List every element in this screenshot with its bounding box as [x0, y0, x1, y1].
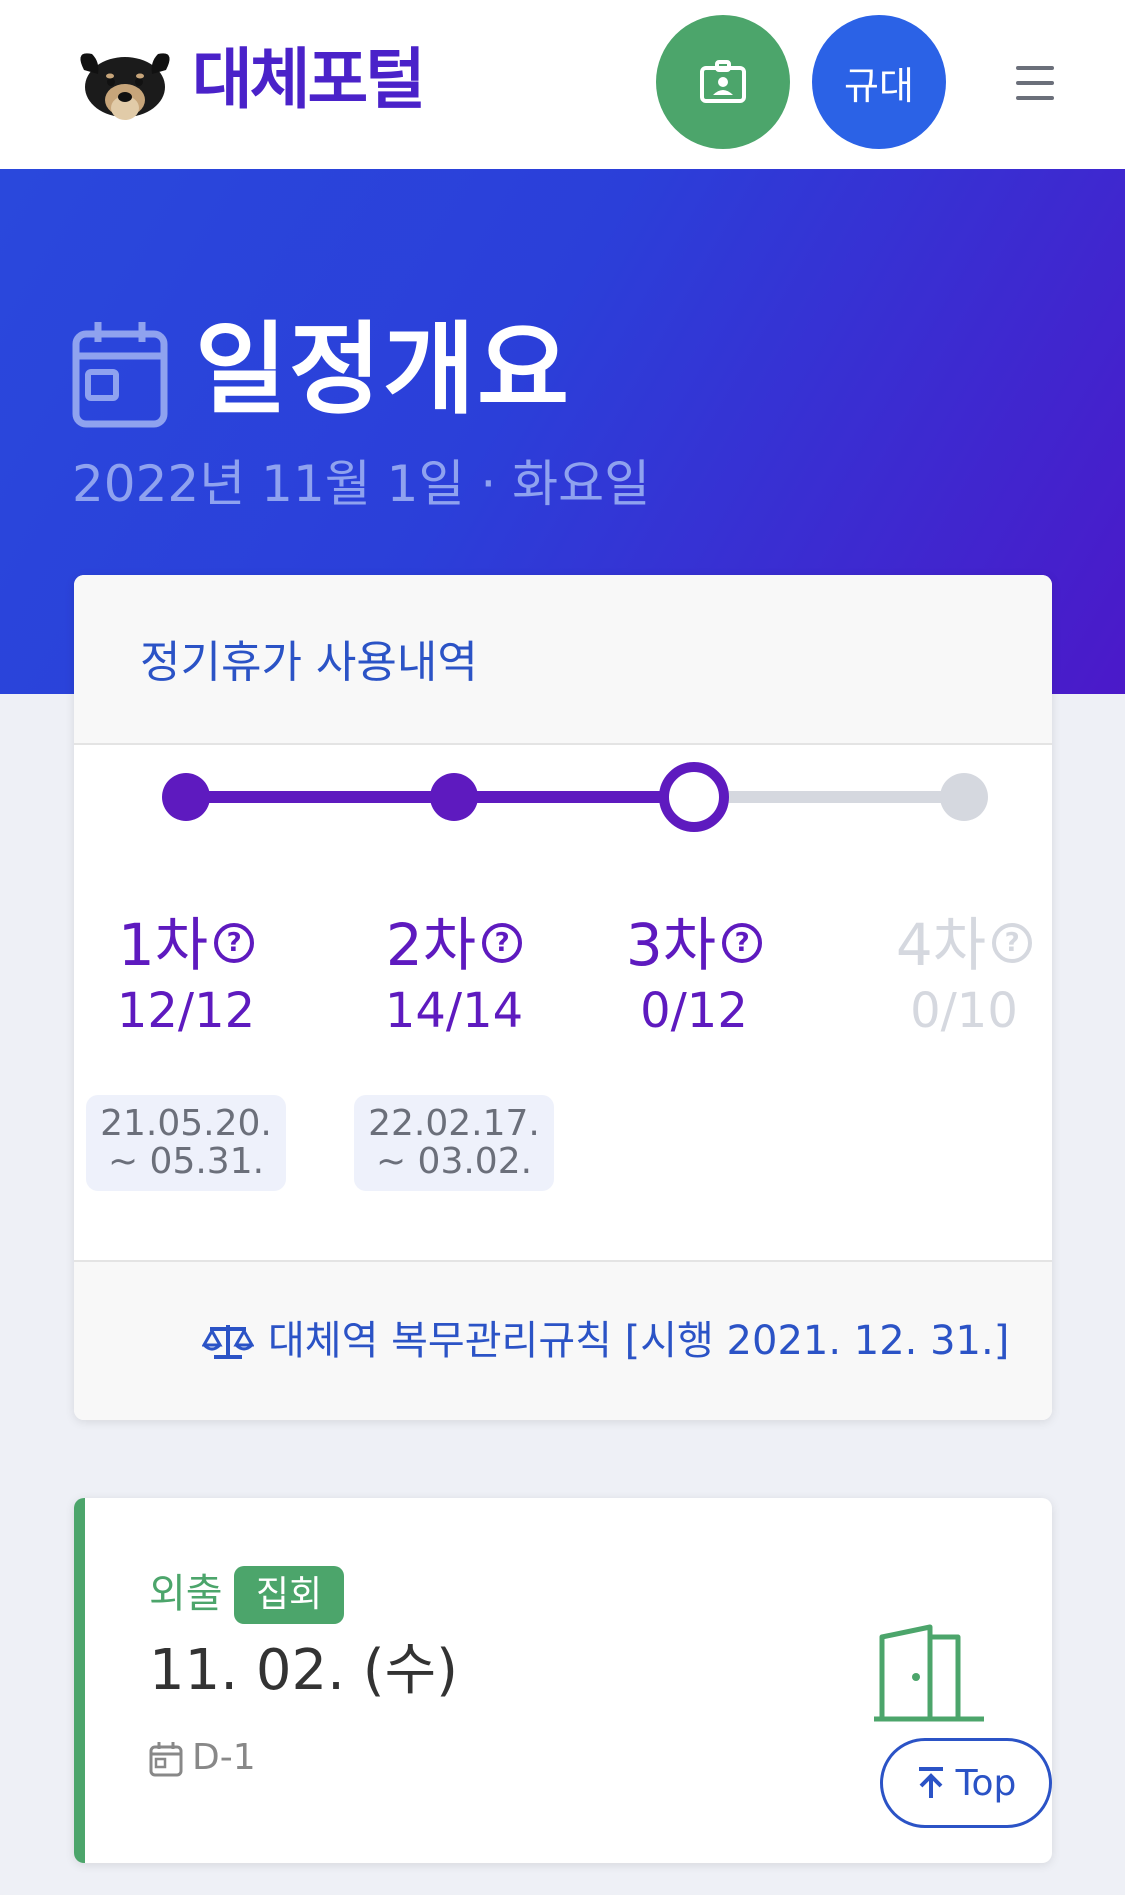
step-dot-2: [430, 773, 478, 821]
help-icon[interactable]: ?: [722, 922, 763, 963]
step-count: 0/10: [910, 983, 1018, 1039]
help-icon[interactable]: ?: [214, 922, 255, 963]
vacation-usage-card: 정기휴가 사용내역 1차? 12/12 21.05.20. ~ 05.31. 2…: [74, 575, 1052, 1420]
card-footer: 대체역 복무관리규칙 [시행 2021. 12. 31.]: [74, 1260, 1052, 1420]
id-card-icon: [700, 60, 746, 103]
user-avatar-button[interactable]: 규대: [812, 15, 946, 149]
arrow-up-icon: [918, 1767, 943, 1798]
step-dot-3: [659, 762, 729, 832]
scroll-top-button[interactable]: Top: [880, 1738, 1052, 1828]
schedule-badge: 집회: [234, 1566, 344, 1624]
help-icon[interactable]: ?: [482, 922, 523, 963]
d-day-counter: D-1: [192, 1737, 256, 1778]
step-2: 2차? 14/14: [354, 910, 554, 1042]
app-logo-text[interactable]: 대체포털: [192, 36, 426, 124]
step-1-date-range: 21.05.20. ~ 05.31.: [86, 1095, 286, 1191]
calendar-icon: [72, 322, 168, 428]
step-dot-4: [940, 773, 988, 821]
door-exit-icon: [874, 1624, 984, 1722]
step-label: 4차: [895, 911, 987, 979]
step-4: 4차? 0/10: [864, 910, 1052, 1042]
scroll-top-label: Top: [955, 1762, 1017, 1804]
step-count: 14/14: [384, 983, 524, 1039]
scale-balance-icon: [202, 1325, 254, 1359]
schedule-date: 11. 02. (수): [149, 1638, 458, 1703]
calendar-icon: [149, 1742, 183, 1777]
step-3: 3차? 0/12: [594, 910, 794, 1042]
step-2-date-range: 22.02.17. ~ 03.02.: [354, 1095, 554, 1191]
page: 대체포털 규대 일정개요 2022년 11월 1일 · 화요일 정기휴가 사용내…: [0, 0, 1125, 1895]
vacation-stepper: [162, 762, 988, 832]
step-label: 2차: [385, 911, 477, 979]
service-rules-link[interactable]: 대체역 복무관리규칙 [시행 2021. 12. 31.]: [202, 1312, 1009, 1370]
step-count: 0/12: [640, 983, 748, 1039]
service-rules-label: 대체역 복무관리규칙 [시행 2021. 12. 31.]: [268, 1318, 1010, 1364]
page-title: 일정개요: [195, 311, 571, 428]
step-count: 12/12: [116, 983, 256, 1039]
schedule-type: 외출: [149, 1571, 223, 1617]
dog-logo-icon[interactable]: [70, 40, 180, 125]
help-icon[interactable]: ?: [992, 922, 1033, 963]
status-bar: [74, 1498, 85, 1863]
card-title: 정기휴가 사용내역: [140, 637, 478, 688]
card-header: 정기휴가 사용내역: [74, 575, 1052, 745]
top-header: 대체포털 규대: [0, 0, 1125, 169]
hamburger-menu-icon[interactable]: [1012, 60, 1058, 106]
step-label: 1차: [117, 911, 209, 979]
step-1: 1차? 12/12: [86, 910, 286, 1042]
current-date: 2022년 11월 1일 · 화요일: [72, 455, 651, 513]
step-dot-1: [162, 773, 210, 821]
id-card-button[interactable]: [656, 15, 790, 149]
step-label: 3차: [625, 911, 717, 979]
